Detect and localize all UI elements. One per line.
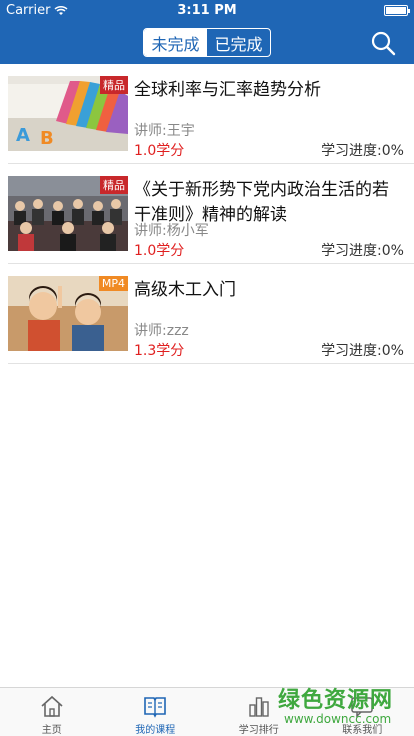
course-thumbnail: 精品	[8, 176, 128, 251]
course-progress: 学习进度:0%	[321, 243, 404, 259]
tab-contact[interactable]: 联系我们	[311, 688, 414, 736]
course-badge: MP4	[98, 276, 128, 291]
search-icon[interactable]	[370, 30, 396, 56]
status-bar: Carrier 3:11 PM	[0, 0, 414, 20]
svg-text:B: B	[40, 128, 54, 149]
course-credit: 1.0学分	[134, 143, 185, 159]
course-thumbnail: A B 精品	[8, 76, 128, 151]
contact-icon	[351, 697, 373, 718]
course-item[interactable]: MP4 高级木工入门 讲师:zzz 1.3学分 学习进度:0%	[0, 264, 414, 364]
course-teacher: 讲师:王宇	[134, 123, 195, 139]
tab-ranking[interactable]: 学习排行	[207, 688, 311, 736]
course-teacher: 讲师:zzz	[134, 323, 189, 339]
header: Carrier 3:11 PM 未完成 已完成	[0, 0, 414, 64]
tab-incomplete[interactable]: 未完成	[144, 29, 207, 56]
svg-text:A: A	[16, 125, 30, 146]
home-icon	[41, 695, 63, 717]
tab-completed[interactable]: 已完成	[207, 29, 270, 56]
tab-label: 学习排行	[238, 725, 279, 736]
course-item[interactable]: 精品 《关于新形势下党内政治生活的若干准则》精神的解读 讲师:杨小军 1.0学分…	[0, 164, 414, 264]
course-credit: 1.3学分	[134, 343, 185, 359]
status-time: 3:11 PM	[177, 3, 237, 18]
course-badge: 精品	[100, 176, 128, 194]
battery-icon	[384, 5, 410, 16]
status-segmented-control: 未完成 已完成	[143, 28, 271, 57]
ranking-icon	[249, 697, 269, 717]
course-badge: 精品	[100, 76, 128, 94]
course-title: 全球利率与汇率趋势分析	[134, 80, 321, 100]
course-list: A B 精品 全球利率与汇率趋势分析 讲师:王宇 1.0学分 学习进度:0% 精…	[0, 64, 414, 364]
course-progress: 学习进度:0%	[321, 343, 404, 359]
divider	[8, 363, 414, 364]
course-item[interactable]: A B 精品 全球利率与汇率趋势分析 讲师:王宇 1.0学分 学习进度:0%	[0, 64, 414, 164]
bottom-tab-bar: 主页 我的课程 学习排行 联系我们	[0, 687, 414, 736]
book-icon	[144, 697, 167, 718]
course-title: 高级木工入门	[134, 280, 236, 300]
tab-my-courses[interactable]: 我的课程	[104, 688, 208, 736]
course-credit: 1.0学分	[134, 243, 185, 259]
course-thumbnail: MP4	[8, 276, 128, 351]
course-progress: 学习进度:0%	[321, 143, 404, 159]
tab-home[interactable]: 主页	[0, 688, 104, 736]
tab-label: 我的课程	[135, 725, 176, 736]
tab-label: 联系我们	[342, 725, 383, 736]
tab-label: 主页	[41, 725, 62, 736]
course-teacher: 讲师:杨小军	[134, 223, 209, 239]
